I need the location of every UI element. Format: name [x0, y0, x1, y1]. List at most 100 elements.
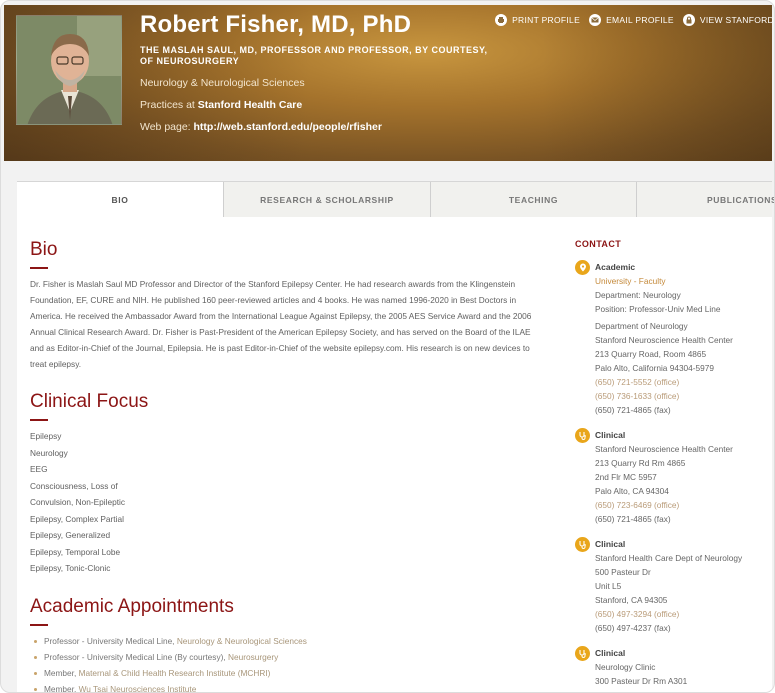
view-stanford-button[interactable]: VIEW STANFORD [682, 14, 774, 26]
list-item: Member, Wu Tsai Neurosciences Institute [30, 681, 550, 693]
contact-sidebar: CONTACT Academic University - Faculty Depa… [575, 239, 765, 692]
contact-phone[interactable]: (650) 721-5552 (office) [595, 375, 765, 389]
web-page-line: Web page: http://web.stanford.edu/people… [140, 121, 500, 133]
list-item: Epilepsy [30, 431, 62, 441]
contact-line: Stanford Health Care Dept of Neurology [595, 553, 743, 563]
contact-block: Clinical Stanford Neuroscience Health Cen… [575, 428, 765, 526]
academic-appointments-section: Academic Appointments Professor - Univer… [30, 595, 550, 693]
clinical-focus-heading: Clinical Focus [30, 391, 149, 412]
list-item: Professor - University Medical Line, Neu… [30, 633, 550, 649]
profile-title: THE MASLAH SAUL, MD, PROFESSOR AND PROFE… [140, 45, 488, 66]
contact-block-title: Academic [595, 262, 636, 272]
heading-rule [30, 419, 48, 421]
contact-line: (650) 497-4237 (fax) [595, 623, 671, 633]
contact-phone[interactable]: (650) 723-6469 (office) [595, 498, 765, 512]
contact-heading: CONTACT [575, 239, 622, 249]
list-item: Epilepsy, Generalized [30, 530, 111, 540]
profile-page: Robert Fisher, MD, PhD THE MASLAH SAUL, … [0, 0, 775, 693]
list-item: Neurology [30, 447, 68, 458]
profile-actions: PRINT PROFILE EMAIL PROFILE VIEW STANFOR… [495, 14, 774, 26]
contact-line: Palo Alto, CA 94304 [595, 486, 669, 496]
appointment-link[interactable]: Maternal & Child Health Research Institu… [79, 668, 271, 678]
contact-block: Academic University - Faculty Department: … [575, 260, 765, 417]
contact-link[interactable]: University - Faculty [595, 274, 765, 288]
list-item: Convulsion, Non-Epileptic [30, 497, 126, 507]
stethoscope-icon [575, 428, 590, 443]
main-column: Bio Dr. Fisher is Maslah Saul MD Profess… [30, 239, 550, 693]
list-item: Epilepsy, Complex Partial [30, 513, 124, 524]
profile-department[interactable]: Neurology & Neurological Sciences [140, 77, 500, 89]
contact-blocks: Academic University - Faculty Department: … [575, 260, 765, 692]
profile-header-text: Robert Fisher, MD, PhD THE MASLAH SAUL, … [140, 11, 500, 133]
academic-appointments-heading: Academic Appointments [30, 595, 234, 617]
contact-line: 2nd Flr MC 5957 [595, 472, 657, 482]
contact-line: (650) 721-4865 (fax) [595, 514, 671, 524]
stethoscope-icon [575, 537, 590, 552]
contact-block-title: Clinical [595, 430, 626, 440]
tab-research-scholarship[interactable]: RESEARCH & SCHOLARSHIP [224, 182, 431, 218]
list-item: Epilepsy, Tonic-Clonic [30, 563, 111, 573]
clinical-focus-list: Epilepsy Neurology EEG Consciousness, Lo… [30, 428, 550, 577]
print-icon [495, 14, 508, 26]
contact-line: Palo Alto, California 94304-5979 [595, 363, 715, 373]
view-stanford-label: VIEW STANFORD [699, 15, 774, 25]
list-item: Consciousness, Loss of [30, 480, 118, 491]
tab-bio[interactable]: BIO [17, 182, 224, 218]
list-item: Professor - University Medical Line (By … [30, 649, 550, 665]
contact-line: Unit L5 [595, 581, 622, 591]
profile-photo [16, 15, 122, 125]
contact-line: Position: Professor-Univ Med Line [595, 304, 721, 314]
appointment-role: Professor - University Medical Line (By … [44, 651, 226, 662]
contact-block: Clinical Stanford Health Care Dept of Neu… [575, 537, 765, 635]
contact-line: Department: Neurology [595, 290, 681, 300]
practices-line: Practices at Stanford Health Care [140, 99, 500, 111]
list-item: Epilepsy, Temporal Lobe [30, 546, 121, 557]
bio-heading: Bio [30, 239, 58, 260]
appointments-list: Professor - University Medical Line, Neu… [30, 633, 550, 693]
profile-name: Robert Fisher, MD, PhD [140, 11, 412, 38]
contact-block-title: Clinical [595, 648, 626, 658]
web-page-link[interactable]: http://web.stanford.edu/people/rfisher [194, 121, 382, 133]
appointment-role: Professor - University Medical Line, [44, 635, 175, 646]
email-icon [589, 14, 602, 26]
practices-prefix: Practices at [140, 99, 195, 111]
email-profile-label: EMAIL PROFILE [606, 15, 674, 25]
contact-line: Stanford, CA 94305 [595, 595, 668, 605]
tab-content: Bio Dr. Fisher is Maslah Saul MD Profess… [17, 217, 772, 693]
clinical-focus-section: Clinical Focus Epilepsy Neurology EEG Co… [30, 391, 550, 577]
web-page-prefix: Web page: [140, 121, 191, 133]
contact-block: Clinical Neurology Clinic 300 Pasteur Dr R… [575, 646, 765, 692]
contact-line: 500 Pasteur Dr [595, 567, 651, 577]
appointment-link[interactable]: Wu Tsai Neurosciences Institute [79, 684, 197, 693]
contact-line: 213 Quarry Road, Room 4865 [595, 349, 707, 359]
appointment-link[interactable]: Neurosurgery [228, 652, 278, 662]
contact-phone[interactable]: (650) 497-3294 (office) [595, 607, 765, 621]
profile-tabs: BIO RESEARCH & SCHOLARSHIP TEACHING PUBL… [17, 181, 774, 218]
tab-teaching[interactable]: TEACHING [431, 182, 637, 218]
location-pin-icon [575, 260, 590, 275]
stethoscope-icon [575, 646, 590, 661]
contact-phone[interactable]: (650) 736-1633 (office) [595, 389, 765, 403]
appointment-link[interactable]: Neurology & Neurological Sciences [177, 636, 307, 646]
contact-line: Neurology Clinic [595, 662, 656, 672]
bio-text: Dr. Fisher is Maslah Saul MD Professor a… [30, 279, 532, 369]
contact-block-title: Clinical [595, 539, 626, 549]
appointment-role: Member, [44, 683, 77, 693]
appointment-role: Member, [44, 667, 77, 678]
contact-line: 300 Pasteur Dr Rm A301 [595, 676, 688, 686]
email-profile-button[interactable]: EMAIL PROFILE [589, 14, 674, 26]
heading-rule [30, 267, 48, 269]
print-profile-label: PRINT PROFILE [512, 15, 581, 25]
contact-line: (650) 721-4865 (fax) [595, 405, 671, 415]
contact-line: Department of Neurology [595, 321, 688, 331]
heading-rule [30, 623, 48, 626]
contact-line: Stanford Neuroscience Health Center [595, 444, 733, 454]
print-profile-button[interactable]: PRINT PROFILE [495, 14, 580, 26]
tab-publications[interactable]: PUBLICATIONS [637, 182, 774, 218]
list-item: EEG [30, 464, 48, 474]
practices-link[interactable]: Stanford Health Care [198, 99, 302, 111]
lock-icon [682, 14, 695, 26]
contact-line: Stanford Neuroscience Health Center [595, 335, 733, 345]
contact-line: MC 5325 [595, 688, 765, 692]
list-item: Member, Maternal & Child Health Research… [30, 665, 550, 681]
